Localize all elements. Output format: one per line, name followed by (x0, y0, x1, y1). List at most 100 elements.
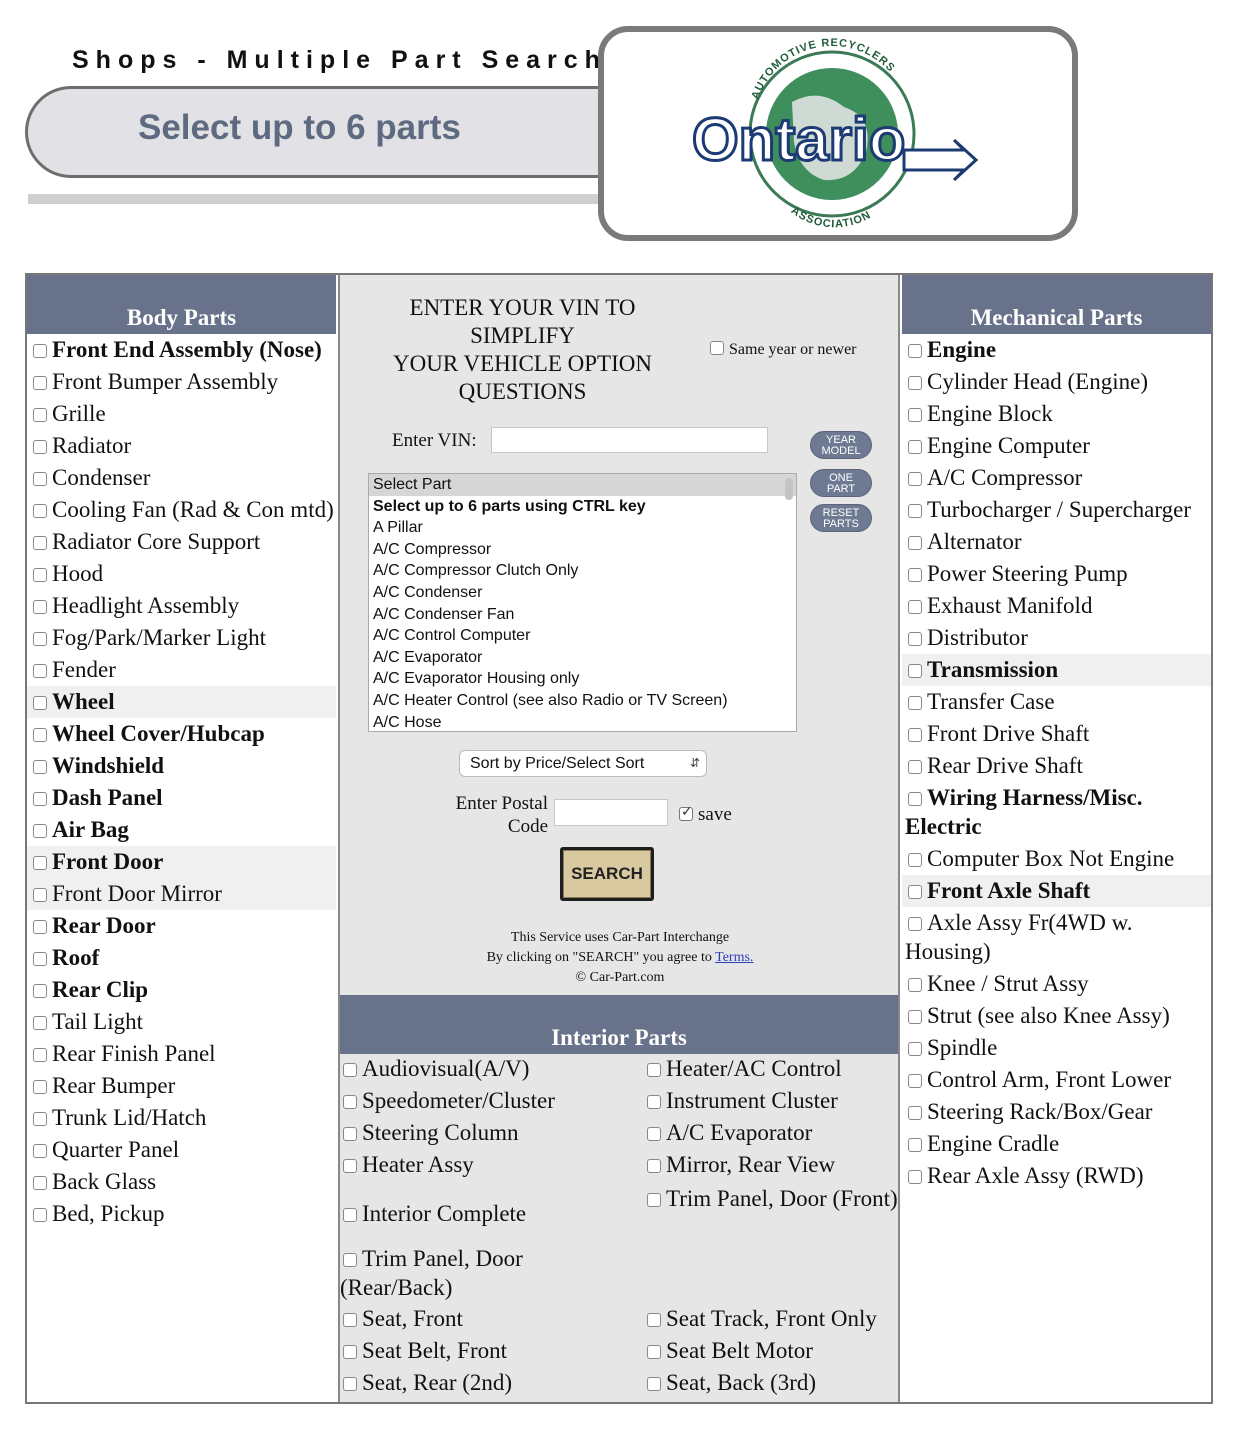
mechanical-part-item[interactable]: Power Steering Pump (902, 558, 1211, 590)
interior-part-checkbox[interactable] (647, 1095, 661, 1109)
body-part-item[interactable]: Front Door Mirror (27, 878, 336, 910)
mechanical-part-checkbox[interactable] (908, 853, 922, 867)
list-scrollbar[interactable] (785, 478, 793, 500)
interior-part-checkbox[interactable] (343, 1377, 357, 1391)
interior-part-checkbox[interactable] (647, 1127, 661, 1141)
mechanical-part-item[interactable]: Strut (see also Knee Assy) (902, 1000, 1211, 1032)
interior-part-item[interactable]: Mirror, Rear View (644, 1150, 898, 1179)
reset-parts-button[interactable]: RESET PARTS (810, 504, 872, 532)
interior-part-item[interactable]: Heater/AC Control (644, 1054, 898, 1083)
mechanical-part-item[interactable]: Front Drive Shaft (902, 718, 1211, 750)
body-part-checkbox[interactable] (33, 568, 47, 582)
body-part-item[interactable]: Rear Bumper (27, 1070, 336, 1102)
same-year-option[interactable]: Same year or newer (707, 341, 857, 359)
mechanical-part-checkbox[interactable] (908, 536, 922, 550)
part-option[interactable]: A Pillar (369, 517, 796, 539)
mechanical-part-item[interactable]: Control Arm, Front Lower (902, 1064, 1211, 1096)
body-part-checkbox[interactable] (33, 696, 47, 710)
body-part-checkbox[interactable] (33, 1048, 47, 1062)
mechanical-part-checkbox[interactable] (908, 978, 922, 992)
interior-part-checkbox[interactable] (647, 1063, 661, 1077)
body-part-item[interactable]: Wheel (27, 686, 336, 718)
interior-part-item[interactable]: Seat, Front (340, 1304, 640, 1333)
mechanical-part-item[interactable]: Exhaust Manifold (902, 590, 1211, 622)
year-model-button[interactable]: YEAR MODEL (810, 431, 872, 459)
body-part-checkbox[interactable] (33, 1176, 47, 1190)
interior-part-item[interactable]: Seat Belt Motor (644, 1336, 898, 1365)
mechanical-part-item[interactable]: Axle Assy Fr(4WD w. Housing) (902, 907, 1211, 968)
mechanical-part-checkbox[interactable] (908, 600, 922, 614)
mechanical-part-item[interactable]: Engine Computer (902, 430, 1211, 462)
body-part-checkbox[interactable] (33, 472, 47, 486)
interior-part-checkbox[interactable] (647, 1159, 661, 1173)
body-part-item[interactable]: Headlight Assembly (27, 590, 336, 622)
body-part-item[interactable]: Front Bumper Assembly (27, 366, 336, 398)
mechanical-part-checkbox[interactable] (908, 792, 922, 806)
mechanical-part-item[interactable]: Engine Cradle (902, 1128, 1211, 1160)
postal-code-input[interactable] (554, 799, 668, 826)
mechanical-part-checkbox[interactable] (908, 1042, 922, 1056)
interior-part-checkbox[interactable] (647, 1193, 661, 1207)
body-part-item[interactable]: Rear Clip (27, 974, 336, 1006)
interior-part-checkbox[interactable] (647, 1345, 661, 1359)
interior-part-item[interactable]: Trim Panel, Door (Rear/Back) (340, 1244, 640, 1302)
mechanical-part-item[interactable]: Engine Block (902, 398, 1211, 430)
mechanical-part-item[interactable]: Alternator (902, 526, 1211, 558)
body-part-checkbox[interactable] (33, 1208, 47, 1222)
body-part-item[interactable]: Fog/Park/Marker Light (27, 622, 336, 654)
body-part-item[interactable]: Back Glass (27, 1166, 336, 1198)
body-part-checkbox[interactable] (33, 760, 47, 774)
one-part-button[interactable]: ONE PART (810, 469, 872, 497)
mechanical-part-checkbox[interactable] (908, 760, 922, 774)
mechanical-part-item[interactable]: Engine (902, 334, 1211, 366)
body-part-item[interactable]: Tail Light (27, 1006, 336, 1038)
body-part-item[interactable]: Radiator (27, 430, 336, 462)
interior-part-checkbox[interactable] (343, 1127, 357, 1141)
body-part-item[interactable]: Rear Finish Panel (27, 1038, 336, 1070)
mechanical-part-checkbox[interactable] (908, 917, 922, 931)
body-part-checkbox[interactable] (33, 1112, 47, 1126)
body-part-checkbox[interactable] (33, 376, 47, 390)
interior-part-item[interactable]: Seat Belt, Front (340, 1336, 640, 1365)
interior-part-item[interactable]: Steering Column (340, 1118, 640, 1147)
mechanical-part-checkbox[interactable] (908, 440, 922, 454)
mechanical-part-item[interactable]: Knee / Strut Assy (902, 968, 1211, 1000)
interior-part-checkbox[interactable] (343, 1313, 357, 1327)
mechanical-part-checkbox[interactable] (908, 344, 922, 358)
save-option[interactable]: ✓ save (676, 804, 732, 826)
mechanical-part-item[interactable]: Rear Axle Assy (RWD) (902, 1160, 1211, 1192)
same-year-checkbox[interactable] (710, 341, 724, 355)
mechanical-part-checkbox[interactable] (908, 1170, 922, 1184)
mechanical-part-item[interactable]: Front Axle Shaft (902, 875, 1211, 907)
body-part-checkbox[interactable] (33, 728, 47, 742)
mechanical-part-checkbox[interactable] (908, 696, 922, 710)
body-part-checkbox[interactable] (33, 952, 47, 966)
part-option[interactable]: A/C Evaporator Housing only (369, 668, 796, 690)
mechanical-part-checkbox[interactable] (908, 472, 922, 486)
interior-part-item[interactable]: Heater Assy (340, 1150, 640, 1179)
body-part-item[interactable]: Quarter Panel (27, 1134, 336, 1166)
mechanical-part-checkbox[interactable] (908, 568, 922, 582)
interior-part-item[interactable]: Seat, Back (3rd) (644, 1368, 898, 1397)
interior-part-item[interactable]: A/C Evaporator (644, 1118, 898, 1147)
body-part-checkbox[interactable] (33, 920, 47, 934)
part-option[interactable]: Select Part (369, 474, 796, 496)
body-part-item[interactable]: Front End Assembly (Nose) (27, 334, 336, 366)
part-option[interactable]: A/C Hose (369, 712, 796, 731)
body-part-checkbox[interactable] (33, 440, 47, 454)
body-part-item[interactable]: Grille (27, 398, 336, 430)
body-part-item[interactable]: Wheel Cover/Hubcap (27, 718, 336, 750)
body-part-checkbox[interactable] (33, 824, 47, 838)
save-checkbox[interactable]: ✓ (679, 804, 693, 821)
part-option[interactable]: A/C Condenser Fan (369, 604, 796, 626)
body-part-checkbox[interactable] (33, 664, 47, 678)
mechanical-part-item[interactable]: Steering Rack/Box/Gear (902, 1096, 1211, 1128)
mechanical-part-checkbox[interactable] (908, 1074, 922, 1088)
interior-part-checkbox[interactable] (343, 1208, 357, 1222)
part-option[interactable]: A/C Condenser (369, 582, 796, 604)
body-part-item[interactable]: Hood (27, 558, 336, 590)
body-part-item[interactable]: Cooling Fan (Rad & Con mtd) (27, 494, 336, 526)
part-option[interactable]: A/C Compressor Clutch Only (369, 560, 796, 582)
mechanical-part-item[interactable]: Computer Box Not Engine (902, 843, 1211, 875)
mechanical-part-item[interactable]: Transmission (902, 654, 1211, 686)
